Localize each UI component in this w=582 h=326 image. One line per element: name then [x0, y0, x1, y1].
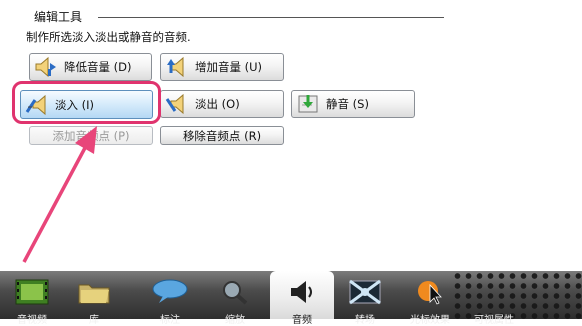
film-icon	[15, 279, 49, 309]
magnifier-icon	[218, 279, 252, 309]
tab-audio-video[interactable]: 音视频	[0, 271, 64, 326]
folder-icon	[77, 279, 111, 309]
tab-audio[interactable]: 音频	[270, 271, 334, 326]
tab-callouts[interactable]: 标注	[138, 271, 202, 326]
cursor-effect-icon	[413, 279, 447, 309]
tab-library[interactable]: 库	[62, 271, 126, 326]
tab-zoom[interactable]: 缩放	[203, 271, 267, 326]
bottom-tab-bar: 音视频 库 标注 缩放 音频 转场 光标效果 可视属性	[0, 271, 582, 326]
tab-cursor-effects[interactable]: 光标效果	[398, 271, 462, 326]
transition-icon	[348, 279, 382, 309]
tab-visual-properties[interactable]: 可视属性	[462, 271, 526, 326]
speaker-icon	[285, 279, 319, 309]
tab-transitions[interactable]: 转场	[333, 271, 397, 326]
speech-bubble-icon	[151, 279, 189, 309]
visual-properties-icon	[477, 279, 511, 309]
